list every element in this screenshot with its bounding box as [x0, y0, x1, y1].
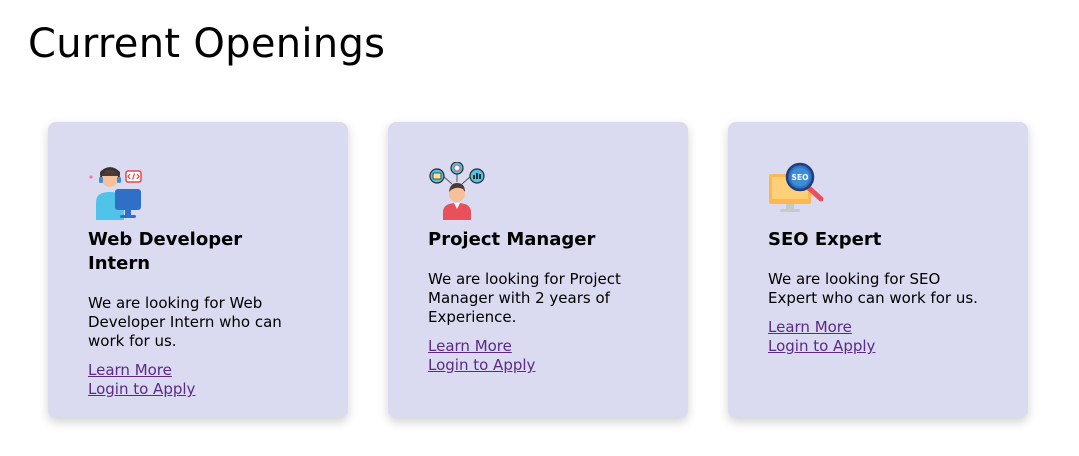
- job-card-seo-expert: SEO SEO Expert We are looking for SEO Ex…: [728, 122, 1028, 418]
- job-description: We are looking for Web Developer Intern …: [88, 294, 282, 350]
- job-description: We are looking for SEO Expert who can wo…: [768, 270, 978, 307]
- job-card-web-developer: Web Developer Intern We are looking for …: [48, 122, 348, 418]
- job-links: Learn More Login to Apply: [428, 337, 648, 375]
- job-title: Web Developer Intern: [88, 229, 243, 274]
- login-to-apply-link[interactable]: Login to Apply: [88, 380, 308, 399]
- job-title: Project Manager: [428, 229, 596, 250]
- job-links: Learn More Login to Apply: [768, 318, 988, 356]
- login-to-apply-link[interactable]: Login to Apply: [768, 337, 988, 356]
- login-to-apply-link[interactable]: Login to Apply: [428, 356, 648, 375]
- developer-icon: [89, 167, 142, 220]
- job-description: We are looking for Project Manager with …: [428, 270, 621, 326]
- svg-text:SEO: SEO: [792, 173, 809, 182]
- job-links: Learn More Login to Apply: [88, 361, 308, 399]
- job-card-project-manager: Project Manager We are looking for Proje…: [388, 122, 688, 418]
- job-title: SEO Expert: [768, 229, 882, 250]
- project-manager-icon: [429, 162, 485, 220]
- learn-more-link[interactable]: Learn More: [88, 361, 308, 380]
- learn-more-link[interactable]: Learn More: [428, 337, 648, 356]
- job-cards: Web Developer Intern We are looking for …: [48, 122, 1028, 418]
- learn-more-link[interactable]: Learn More: [768, 318, 988, 337]
- seo-icon: SEO: [769, 162, 824, 212]
- page-title: Current Openings: [28, 21, 386, 67]
